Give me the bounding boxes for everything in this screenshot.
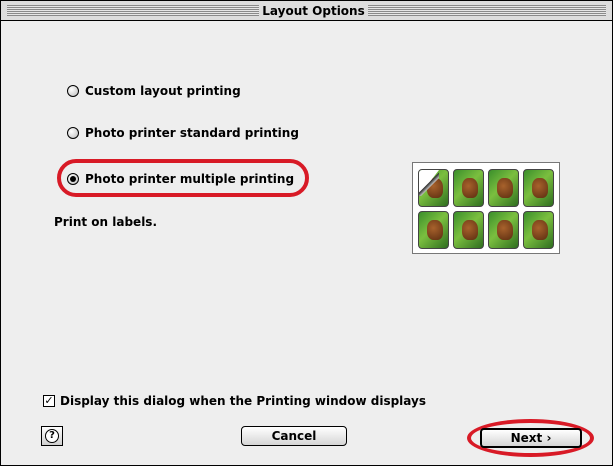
display-dialog-checkbox-row[interactable]: ✓ Display this dialog when the Printing … <box>43 394 426 408</box>
label-thumb <box>418 169 449 207</box>
window-title: Layout Options <box>259 2 368 20</box>
next-button[interactable]: Next › <box>480 428 582 448</box>
cancel-button[interactable]: Cancel <box>241 426 347 446</box>
radio-custom-layout[interactable] <box>67 85 79 97</box>
option-description: Print on labels. <box>54 215 158 229</box>
display-dialog-checkbox[interactable]: ✓ <box>43 395 55 407</box>
help-icon: ? <box>45 429 59 443</box>
option-custom-layout[interactable]: Custom layout printing <box>67 81 241 101</box>
label-thumb <box>523 211 554 249</box>
label-thumb <box>523 169 554 207</box>
photo-labels-sheet-icon <box>412 162 560 254</box>
label-thumb <box>488 211 519 249</box>
radio-standard-printing[interactable] <box>67 127 79 139</box>
label-thumb <box>418 211 449 249</box>
label-thumb <box>453 169 484 207</box>
title-bar-stripes-left <box>7 5 259 16</box>
help-button[interactable]: ? <box>41 426 63 446</box>
layout-options-window: Layout Options Custom layout printing Ph… <box>0 0 613 466</box>
display-dialog-checkbox-label: Display this dialog when the Printing wi… <box>60 394 426 408</box>
title-bar[interactable]: Layout Options <box>1 1 612 21</box>
option-custom-layout-label: Custom layout printing <box>85 84 241 98</box>
option-standard-printing-label: Photo printer standard printing <box>85 126 299 140</box>
label-thumb <box>453 211 484 249</box>
option-standard-printing[interactable]: Photo printer standard printing <box>67 123 299 143</box>
title-bar-stripes-right <box>368 5 606 16</box>
radio-multiple-printing[interactable] <box>67 173 79 185</box>
label-thumb <box>488 169 519 207</box>
option-multiple-printing[interactable]: Photo printer multiple printing <box>67 169 294 189</box>
option-multiple-printing-label: Photo printer multiple printing <box>85 172 295 186</box>
